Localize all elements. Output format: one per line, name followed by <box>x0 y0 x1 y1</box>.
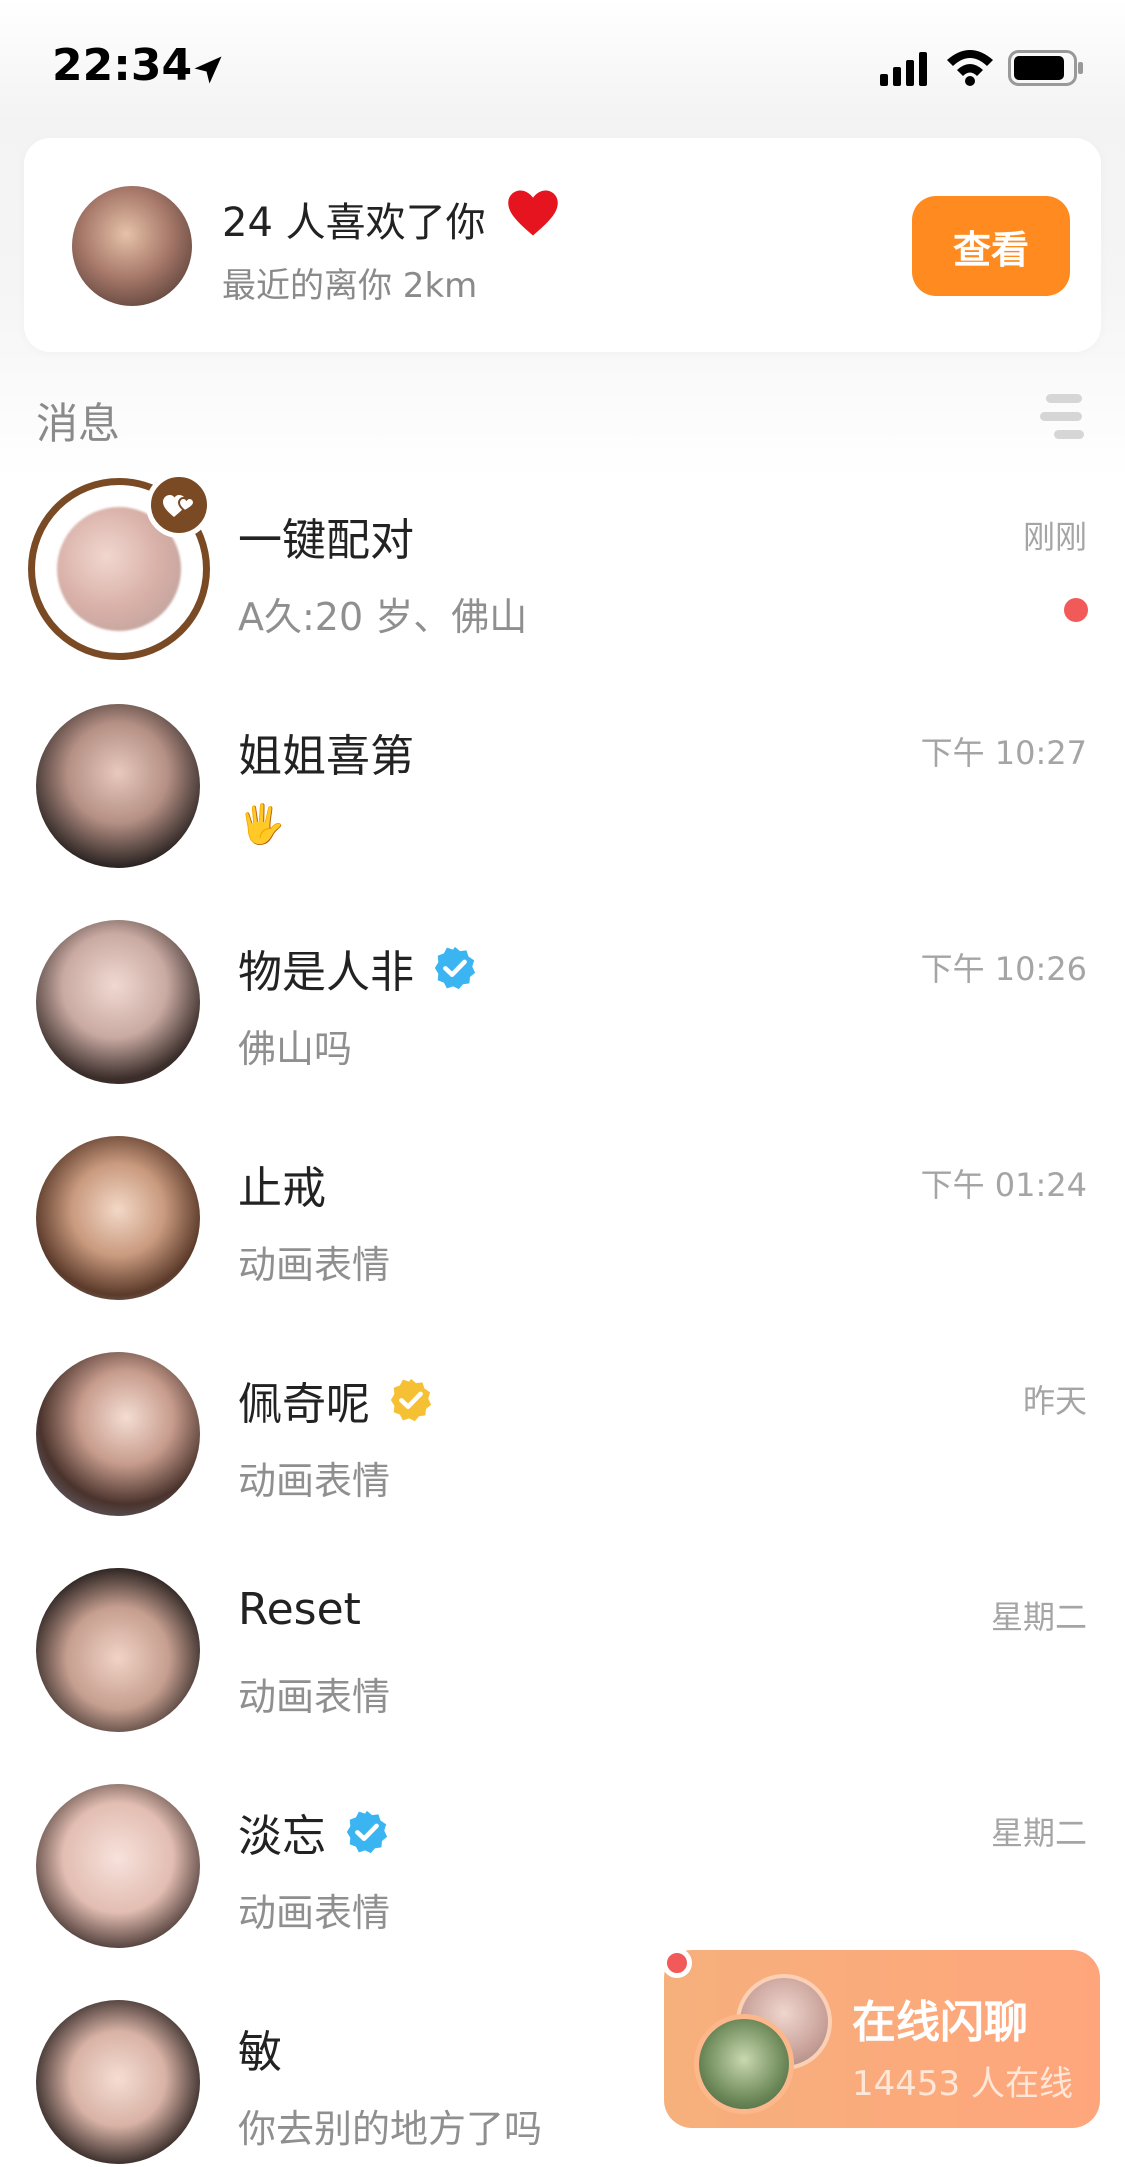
wifi-icon <box>947 50 993 86</box>
list-item-conversation[interactable]: 物是人非 下午 10:26 佛山吗 <box>0 898 1125 1114</box>
row-name-wrap: 物是人非 <box>238 936 478 1000</box>
message-time: 刚刚 <box>1022 518 1087 556</box>
row-name-wrap: 敏 <box>238 2016 282 2080</box>
heart-icon <box>508 190 558 236</box>
contact-avatar <box>36 1784 200 1948</box>
online-count: 14453 人在线 <box>852 2064 1073 2104</box>
message-preview: 你去别的地方了吗 <box>238 2107 543 2151</box>
contact-name: 一键配对 <box>238 515 414 566</box>
message-preview: 🖐 <box>238 802 286 846</box>
contact-avatar <box>36 920 200 1084</box>
row-name-wrap: 姐姐喜第 <box>238 720 414 784</box>
list-menu-icon[interactable] <box>1040 392 1088 442</box>
message-preview: 动画表情 <box>238 1243 391 1287</box>
row-name-wrap: 佩奇呢 <box>238 1368 434 1432</box>
battery-icon <box>1008 50 1083 86</box>
contact-name: 淡忘 <box>238 1811 326 1862</box>
online-notification-dot <box>662 1948 692 1978</box>
message-preview: A久:20 岁、佛山 <box>238 595 528 639</box>
contact-name: 物是人非 <box>238 947 414 998</box>
contact-avatar <box>36 2000 200 2164</box>
message-time: 昨天 <box>1022 1382 1087 1420</box>
row-name-wrap: Reset <box>238 1584 361 1635</box>
list-item-conversation[interactable]: Reset 星期二 动画表情 <box>0 1546 1125 1762</box>
contact-name: Reset <box>238 1584 361 1635</box>
contact-avatar <box>36 1568 200 1732</box>
unread-dot <box>1064 598 1088 622</box>
online-chat-title: 在线闪聊 <box>852 1997 1028 2048</box>
list-item-conversation[interactable]: 佩奇呢 昨天 动画表情 <box>0 1330 1125 1546</box>
list-item-conversation[interactable]: 淡忘 星期二 动画表情 <box>0 1762 1125 1978</box>
location-arrow-icon <box>194 56 222 84</box>
view-likes-button[interactable]: 查看 <box>912 196 1070 296</box>
contact-name: 敏 <box>238 2027 282 2078</box>
message-preview: 动画表情 <box>238 1459 391 1503</box>
messages-section-title: 消息 <box>36 399 121 448</box>
contact-name: 止戒 <box>238 1163 326 1214</box>
message-preview: 动画表情 <box>238 1891 391 1935</box>
message-time: 星期二 <box>990 1814 1087 1852</box>
online-chat-button[interactable]: 在线闪聊 14453 人在线 <box>664 1950 1100 2128</box>
row-name-wrap: 止戒 <box>238 1152 326 1216</box>
message-preview: 佛山吗 <box>238 1027 353 1071</box>
verified-badge-blue-icon <box>434 946 476 990</box>
online-user-avatar <box>694 2014 794 2114</box>
contact-avatar <box>36 1136 200 1300</box>
contact-name: 佩奇呢 <box>238 1379 370 1430</box>
status-time: 22:34 <box>52 40 193 91</box>
message-time: 下午 10:26 <box>920 950 1087 988</box>
list-item-conversation[interactable]: 止戒 下午 01:24 动画表情 <box>0 1114 1125 1330</box>
list-item-pair[interactable]: 一键配对 刚刚 A久:20 岁、佛山 <box>0 466 1125 682</box>
contact-avatar <box>36 1352 200 1516</box>
message-time: 星期二 <box>990 1598 1087 1636</box>
likes-title: 24 人喜欢了你 <box>222 200 486 246</box>
row-name-wrap: 淡忘 <box>238 1800 390 1864</box>
list-item-conversation[interactable]: 姐姐喜第 下午 10:27 🖐 <box>0 682 1125 898</box>
verified-badge-blue-icon <box>346 1810 388 1854</box>
status-bar: 22:34 <box>0 0 1125 130</box>
double-heart-icon <box>146 472 212 538</box>
contact-name: 姐姐喜第 <box>238 731 414 782</box>
cellular-signal-icon <box>880 52 927 86</box>
row-name-wrap: 一键配对 <box>238 504 414 568</box>
likes-subtitle: 最近的离你 2km <box>222 266 478 306</box>
contact-avatar <box>36 704 200 868</box>
message-time: 下午 10:27 <box>920 734 1087 772</box>
message-preview: 动画表情 <box>238 1675 391 1719</box>
message-time: 下午 01:24 <box>920 1166 1087 1204</box>
verified-badge-gold-icon <box>390 1378 432 1422</box>
likes-card[interactable]: 24 人喜欢了你 最近的离你 2km 查看 <box>24 138 1101 352</box>
liker-avatar <box>72 186 192 306</box>
